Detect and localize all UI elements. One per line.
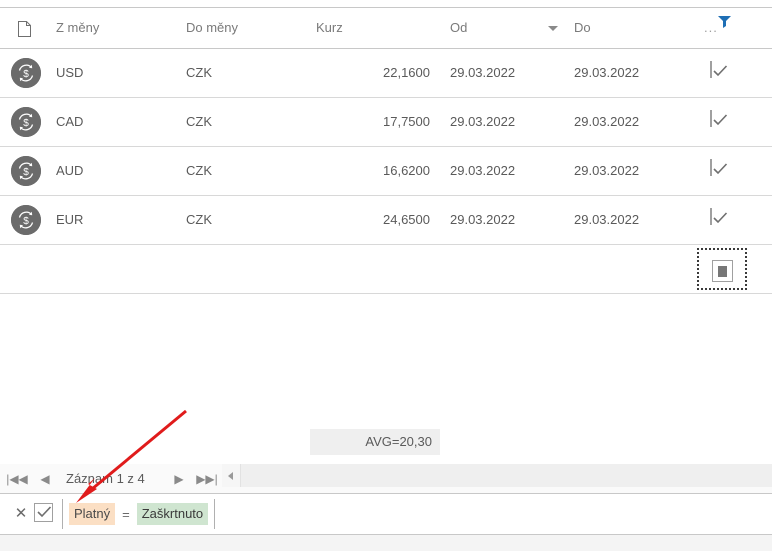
checkbox-indeterminate-icon[interactable]: [712, 260, 733, 282]
filter-field-chip[interactable]: Platný: [69, 503, 116, 525]
cell-rate: 17,7500: [383, 114, 430, 129]
filter-funnel-icon[interactable]: [718, 16, 731, 28]
table-row[interactable]: $ AUD CZK 16,6200 29.03.2022 29.03.2022: [0, 147, 772, 196]
cell-from-currency: USD: [56, 65, 84, 80]
cell-from-currency: CAD: [56, 114, 84, 129]
column-header-from-date[interactable]: Od: [450, 8, 467, 48]
horizontal-scrollbar[interactable]: [222, 464, 772, 487]
cell-from-date: 29.03.2022: [450, 163, 516, 178]
cell-rate: 22,1600: [383, 65, 430, 80]
currency-exchange-icon: $: [11, 107, 41, 137]
svg-text:$: $: [23, 216, 29, 227]
cell-from-date: 29.03.2022: [450, 212, 516, 227]
column-header-from-currency[interactable]: Z měny: [56, 8, 99, 48]
window-top-divider: [0, 0, 772, 8]
cell-from-currency: AUD: [56, 163, 84, 178]
scroll-left-button[interactable]: [222, 464, 241, 487]
svg-text:$: $: [23, 167, 29, 178]
cell-rate: 24,6500: [383, 212, 430, 227]
checkbox-checked-icon: [710, 110, 728, 127]
cell-valid-checkbox[interactable]: [710, 61, 732, 84]
cell-to-date: 29.03.2022: [574, 65, 640, 80]
nav-next-button[interactable]: ▶: [170, 464, 188, 494]
cell-rate: 16,6200: [383, 163, 430, 178]
checkbox-checked-icon: [710, 61, 728, 78]
column-header-to-date[interactable]: Do: [574, 8, 591, 48]
filter-value-chip[interactable]: Zaškrtnuto: [136, 503, 209, 525]
filter-operator[interactable]: =: [115, 507, 137, 522]
cell-from-date: 29.03.2022: [450, 65, 516, 80]
table-row[interactable]: $ USD CZK 22,1600 29.03.2022 29.03.2022: [0, 49, 772, 98]
nav-first-button[interactable]: |◀◀: [6, 464, 28, 494]
sort-descending-icon[interactable]: [548, 26, 558, 31]
cell-from-currency: EUR: [56, 212, 84, 227]
column-header-rate[interactable]: Kurz: [316, 8, 343, 48]
record-counter-label: Záznam 1 z 4: [66, 471, 145, 486]
checkbox-checked-icon: [710, 208, 728, 225]
cell-to-date: 29.03.2022: [574, 212, 640, 227]
empty-grid-area: [0, 296, 772, 420]
cell-to-currency: CZK: [186, 114, 212, 129]
checkbox-checked-icon: [710, 159, 728, 176]
window-bottom-strip: [0, 535, 772, 551]
cell-to-currency: CZK: [186, 163, 212, 178]
cell-to-date: 29.03.2022: [574, 114, 640, 129]
column-header-more[interactable]: ...: [704, 8, 718, 48]
aggregate-average-value[interactable]: AVG=20,30: [310, 429, 440, 455]
data-grid: Z měny Do měny Kurz Od Do ... $ USD CZK …: [0, 8, 772, 294]
svg-text:$: $: [23, 69, 29, 80]
cell-from-date: 29.03.2022: [450, 114, 516, 129]
currency-exchange-icon: $: [11, 156, 41, 186]
new-record-row[interactable]: [0, 245, 772, 294]
table-row[interactable]: $ CAD CZK 17,7500 29.03.2022 29.03.2022: [0, 98, 772, 147]
nav-prev-button[interactable]: ◀: [36, 464, 54, 494]
cell-to-currency: CZK: [186, 212, 212, 227]
focused-cell-indicator[interactable]: [697, 248, 747, 290]
cell-to-currency: CZK: [186, 65, 212, 80]
cell-valid-checkbox[interactable]: [710, 110, 732, 133]
svg-text:$: $: [23, 118, 29, 129]
nav-last-button[interactable]: ▶▶|: [196, 464, 218, 494]
column-header-to-currency[interactable]: Do měny: [186, 8, 238, 48]
grid-header-row: Z měny Do měny Kurz Od Do ...: [0, 8, 772, 49]
currency-exchange-icon: $: [11, 205, 41, 235]
close-icon[interactable]: ✕: [13, 504, 29, 524]
filter-expression-bar: ✕ Platný = Zaškrtnuto: [0, 495, 772, 535]
filter-enabled-checkbox[interactable]: [34, 503, 53, 522]
currency-exchange-icon: $: [11, 58, 41, 88]
cell-valid-checkbox[interactable]: [710, 159, 732, 182]
table-row[interactable]: $ EUR CZK 24,6500 29.03.2022 29.03.2022: [0, 196, 772, 245]
cell-valid-checkbox[interactable]: [710, 208, 732, 231]
cell-to-date: 29.03.2022: [574, 163, 640, 178]
document-icon: [18, 21, 31, 37]
filter-expression[interactable]: Platný = Zaškrtnuto: [62, 499, 216, 529]
